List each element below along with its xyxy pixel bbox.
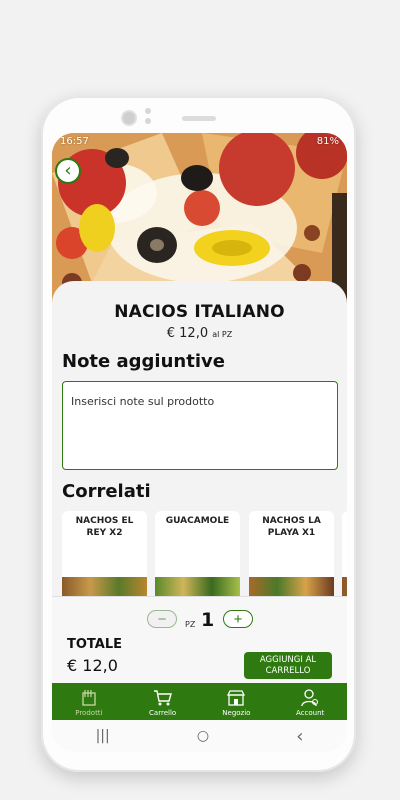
app-screen: 16:57 81% ‹ NACIOS ITALIANO € 12,0 al PZ…	[52, 133, 347, 720]
nav-label: Negozio	[222, 709, 251, 717]
earpiece-speaker	[182, 116, 216, 121]
related-card[interactable]: NACHOS EL REY X2	[62, 511, 147, 601]
quantity-unit: PZ	[185, 620, 196, 629]
sensor	[145, 108, 151, 114]
store-icon	[227, 690, 246, 706]
nachos-photo	[52, 133, 347, 303]
home-icon[interactable]: ○	[197, 728, 209, 744]
nav-label: Prodotti	[75, 709, 103, 717]
recents-icon[interactable]: |||	[96, 728, 110, 744]
product-price: € 12,0 al PZ	[52, 326, 347, 341]
account-icon	[301, 689, 319, 707]
related-card-name: NACHOS LA PLAYA X1	[262, 516, 321, 538]
related-card-name: GUACAMOLE	[165, 516, 230, 526]
status-battery: 81%	[316, 136, 339, 147]
price-unit: al PZ	[212, 330, 233, 339]
price-value: € 12,0	[166, 326, 209, 341]
nav-item-prodotti[interactable]: Prodotti	[52, 683, 126, 720]
related-card[interactable]: GUACAMOLE	[155, 511, 240, 601]
increase-quantity-button[interactable]: +	[223, 610, 253, 628]
back-button[interactable]: ‹	[55, 158, 81, 184]
notes-heading: Note aggiuntive	[62, 351, 225, 372]
related-carousel[interactable]: NACHOS EL REY X2 GUACAMOLE NACHOS LA PLA…	[62, 511, 347, 601]
product-title: NACIOS ITALIANO	[114, 302, 285, 322]
chevron-left-icon: ‹	[64, 160, 72, 181]
nav-label: Carrello	[149, 709, 177, 717]
cart-icon	[153, 690, 172, 706]
back-icon[interactable]: ‹	[296, 726, 303, 747]
nav-item-carrello[interactable]: Carrello	[126, 683, 200, 720]
status-bar: 16:57 81%	[60, 136, 339, 147]
add-to-cart-button[interactable]: AGGIUNGI AL CARRELLO	[244, 652, 332, 679]
sensor	[145, 118, 151, 124]
quantity-value: 1	[201, 609, 215, 631]
total-label: TOTALE	[67, 637, 123, 652]
cart-summary: − PZ 1 + TOTALE € 12,0 AGGIUNGI AL CARRE…	[52, 596, 347, 684]
notes-field[interactable]	[62, 381, 338, 470]
related-card-name: NACHOS EL REY X2	[75, 516, 134, 538]
bottom-navigation: Prodotti Carrello Negozio Account	[52, 683, 347, 720]
related-card-partial[interactable]	[342, 511, 347, 601]
total-value: € 12,0	[67, 656, 118, 675]
nav-item-account[interactable]: Account	[273, 683, 347, 720]
front-camera	[121, 110, 137, 126]
nav-item-negozio[interactable]: Negozio	[200, 683, 274, 720]
decrease-quantity-button[interactable]: −	[147, 610, 177, 628]
product-image: 16:57 81% ‹	[52, 133, 347, 303]
related-heading: Correlati	[62, 481, 151, 502]
food-icon	[82, 690, 96, 706]
system-navigation-bar: ||| ○ ‹	[52, 720, 347, 752]
nav-label: Account	[295, 709, 325, 717]
related-card[interactable]: NACHOS LA PLAYA X1	[249, 511, 334, 601]
status-time: 16:57	[60, 136, 89, 147]
